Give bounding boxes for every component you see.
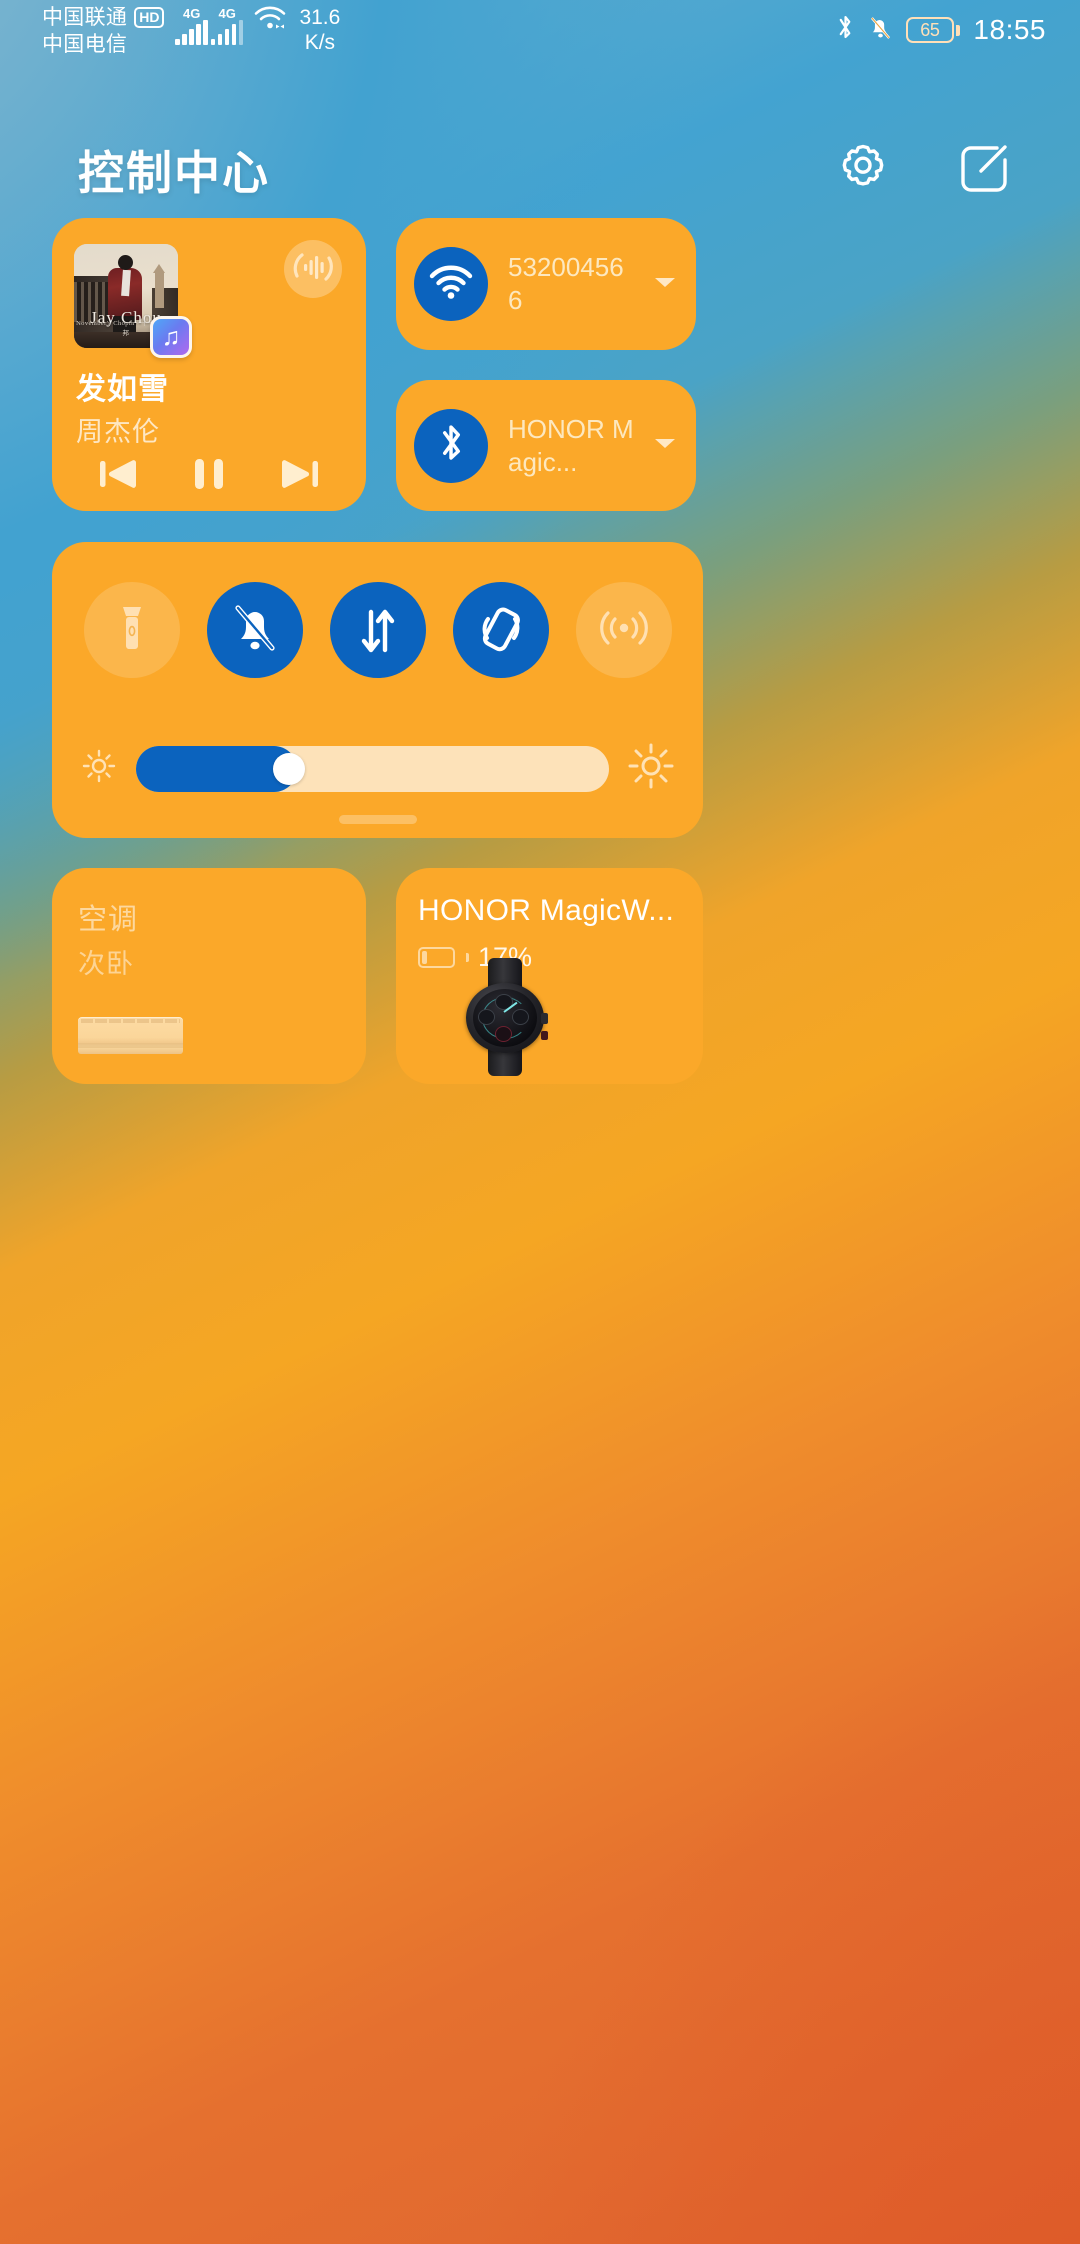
watch-face — [473, 989, 537, 1047]
signal-sim2-label: 4G — [218, 6, 236, 21]
brightness-high-icon — [627, 742, 675, 795]
bluetooth-icon — [836, 14, 855, 46]
status-bar: 中国联通 HD 中国电信 4G 4G 31.6 K/s 65 18:55 — [0, 0, 1080, 62]
brightness-slider[interactable] — [136, 745, 609, 792]
network-speed-value: 31.6 — [299, 6, 341, 29]
watch-name: HONOR MagicW... — [418, 894, 675, 927]
hd-badge: HD — [134, 7, 165, 28]
flashlight-icon — [110, 601, 154, 660]
brightness-knob[interactable] — [272, 752, 305, 785]
brightness-slider-row — [52, 742, 703, 795]
wifi-ssid-label: 532004566 — [508, 252, 624, 315]
hotspot-icon — [596, 602, 652, 659]
edit-button[interactable] — [954, 141, 1012, 199]
status-bar-clock: 18:55 — [973, 14, 1046, 45]
next-track-button[interactable] — [271, 450, 327, 502]
song-artist: 周杰伦 — [76, 417, 160, 447]
signal-bars-icon — [175, 20, 208, 45]
battery-body: 65 — [905, 17, 954, 43]
music-app-badge[interactable]: ♫ — [150, 316, 192, 358]
signal-sim2: 4G — [210, 6, 244, 45]
hotspot-toggle[interactable] — [575, 582, 672, 678]
signal-sim1-label: 4G — [183, 6, 201, 21]
watch-crown — [541, 1013, 548, 1024]
auto-rotate-toggle[interactable] — [452, 582, 549, 678]
carrier-secondary-label: 中国电信 — [42, 33, 128, 56]
bluetooth-expand-button[interactable] — [652, 435, 678, 456]
header-actions — [834, 141, 1012, 199]
data-transfer-icon — [354, 600, 402, 661]
audio-output-button[interactable] — [284, 240, 342, 298]
battery-fill — [422, 951, 427, 964]
bluetooth-card[interactable]: HONOR Magic... — [396, 380, 696, 511]
previous-track-button[interactable] — [91, 450, 147, 502]
album-art-figure-head — [118, 255, 133, 270]
wifi-expand-button[interactable] — [652, 274, 678, 295]
bluetooth-device-label: HONOR Magic... — [508, 413, 634, 477]
network-speed-unit: K/s — [304, 31, 336, 54]
carrier-names: 中国联通 HD 中国电信 — [42, 4, 165, 58]
control-center-screen: 中国联通 HD 中国电信 4G 4G 31.6 K/s 65 18:55 控制中… — [0, 0, 1080, 2244]
previous-track-icon — [96, 452, 142, 501]
next-track-icon — [276, 452, 322, 501]
bluetooth-toggle-button[interactable] — [414, 408, 488, 483]
song-title: 发如雪 — [76, 373, 169, 406]
signal-indicators: 4G 4G — [175, 4, 244, 45]
wifi-icon — [253, 4, 287, 30]
battery-icon — [418, 947, 455, 968]
battery-percent-label: 65 — [920, 19, 940, 40]
air-conditioner-title: 空调 — [78, 904, 139, 936]
settings-button[interactable] — [834, 141, 892, 199]
battery-indicator: 65 — [905, 17, 961, 43]
smartwatch-image — [460, 958, 550, 1076]
album-art-tower — [153, 264, 165, 308]
status-bar-left: 中国联通 HD 中国电信 4G 4G 31.6 K/s — [42, 4, 340, 58]
music-player-card[interactable]: Jay Chou November's Chopin · 十一月的萧邦 ♫ 发如… — [52, 218, 366, 511]
air-conditioner-room: 次卧 — [78, 949, 134, 979]
edit-square-icon — [955, 140, 1011, 201]
carrier-primary-label: 中国联通 — [42, 6, 128, 29]
battery-tip — [956, 24, 961, 36]
audio-output-icon — [284, 238, 342, 301]
play-pause-button[interactable] — [181, 450, 237, 502]
header: 控制中心 — [0, 120, 1080, 220]
silent-mode-toggle[interactable] — [206, 582, 303, 678]
watch-button — [541, 1031, 548, 1040]
watch-complication — [495, 1026, 512, 1042]
watch-device-card[interactable]: HONOR MagicW... 17% — [396, 868, 703, 1084]
toggle-row — [52, 582, 703, 678]
rotate-lock-icon — [474, 600, 528, 661]
air-conditioner-image — [78, 1017, 183, 1054]
brightness-low-icon — [80, 747, 118, 790]
quick-toggles-card — [52, 542, 703, 838]
bell-muted-icon — [868, 14, 893, 46]
gear-icon — [835, 140, 891, 201]
signal-sim1: 4G — [175, 6, 208, 45]
signal-bars-icon — [210, 20, 244, 45]
wifi-toggle-button[interactable] — [414, 247, 488, 321]
mobile-data-toggle[interactable] — [329, 582, 426, 678]
watch-case — [466, 983, 548, 1053]
watch-complication — [478, 1009, 495, 1025]
flashlight-toggle[interactable] — [83, 582, 180, 678]
chevron-down-icon — [652, 438, 678, 455]
drag-handle[interactable] — [338, 815, 417, 824]
pause-icon — [189, 452, 229, 501]
wifi-card[interactable]: 532004566 — [396, 218, 696, 350]
watch-complication — [512, 1009, 529, 1025]
page-title: 控制中心 — [78, 147, 270, 199]
chevron-down-icon — [652, 277, 678, 294]
status-bar-right: 65 18:55 — [836, 14, 1046, 46]
music-controls — [52, 450, 366, 502]
bell-muted-icon — [229, 600, 281, 661]
air-conditioner-card[interactable]: 空调 次卧 — [52, 868, 366, 1084]
wifi-icon — [428, 263, 474, 306]
music-note-icon: ♫ — [161, 322, 181, 351]
bluetooth-icon — [437, 422, 466, 470]
network-speed: 31.6 K/s — [299, 4, 340, 55]
